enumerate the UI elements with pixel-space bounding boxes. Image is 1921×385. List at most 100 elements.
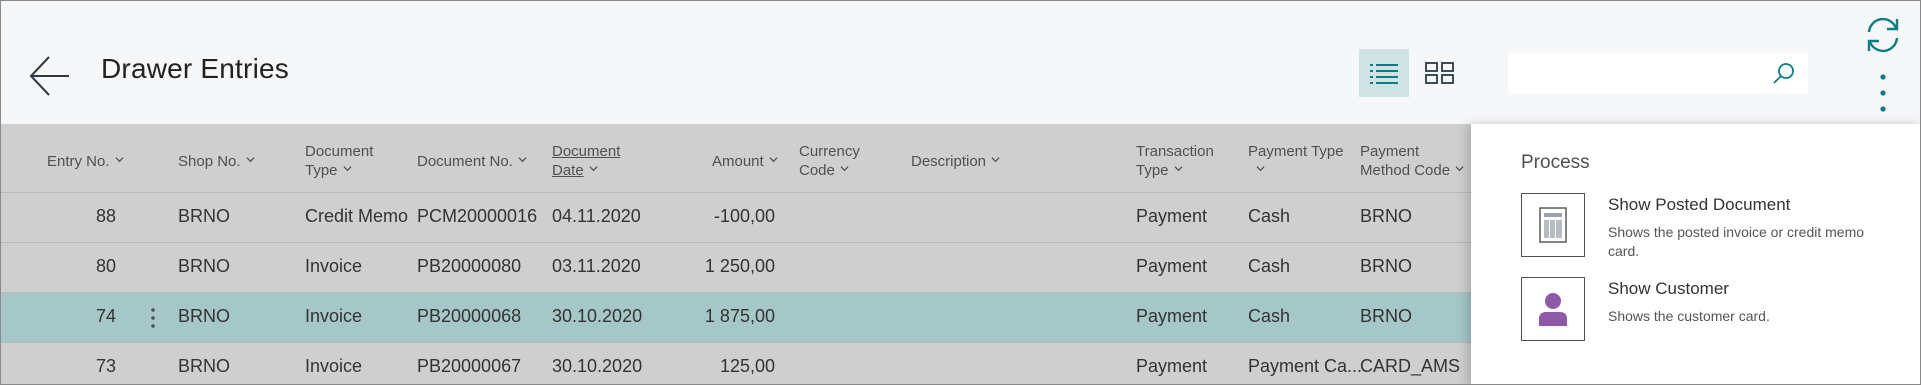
- cell-payment-type: Cash: [1248, 256, 1291, 276]
- cell-document-type: Invoice: [305, 356, 363, 376]
- cell-payment-method-code: BRNO: [1360, 306, 1413, 326]
- more-options-button[interactable]: [1871, 71, 1895, 115]
- cell-document-no: PB20000080: [417, 256, 522, 276]
- cell-amount: -100,00: [713, 206, 775, 226]
- cell-entry-no: 74: [95, 306, 116, 326]
- back-arrow-icon: [29, 56, 69, 96]
- column-header-payment-type[interactable]: Payment Type: [1248, 142, 1344, 180]
- column-header-description[interactable]: Description: [911, 152, 1000, 171]
- column-label: Payment Type: [1248, 143, 1344, 160]
- chevron-down-icon: [769, 157, 778, 163]
- list-view-button[interactable]: [1359, 49, 1409, 97]
- table-row[interactable]: 88 BRNO Credit Memo PCM20000016 04.11.20…: [1, 192, 1471, 242]
- chevron-down-icon: [1173, 166, 1183, 172]
- cell-document-type: Invoice: [305, 256, 363, 276]
- customer-icon: [1539, 293, 1567, 326]
- column-label: Shop No.: [178, 153, 241, 170]
- chevron-down-icon: [246, 157, 255, 163]
- chevron-down-icon: [518, 157, 527, 163]
- table-row[interactable]: 73 BRNO Invoice PB20000067 30.10.2020 12…: [1, 342, 1471, 384]
- search-box: [1508, 53, 1808, 93]
- column-header-document-no[interactable]: Document No.: [417, 152, 527, 171]
- action-description: Shows the customer card.: [1608, 308, 1770, 324]
- column-label: Description: [911, 153, 987, 170]
- action-description: Shows the posted invoice or credit memo …: [1608, 224, 1865, 259]
- action-icon-box: [1521, 277, 1585, 341]
- column-label: Currency: [799, 143, 860, 160]
- column-label: Transaction: [1136, 143, 1214, 160]
- action-title: Show Posted Document: [1608, 195, 1791, 214]
- cell-document-no: PCM20000016: [417, 206, 538, 226]
- cell-document-date: 03.11.2020: [552, 256, 641, 276]
- cell-amount: 125,00: [719, 356, 775, 376]
- column-header-document-type[interactable]: Document Type: [305, 142, 373, 180]
- column-header-entry-no[interactable]: Entry No.: [47, 152, 124, 171]
- cell-transaction-type: Payment: [1136, 206, 1208, 226]
- search-input[interactable]: [1508, 53, 1768, 93]
- cell-document-no: PB20000067: [417, 356, 522, 376]
- chevron-down-icon: [1256, 166, 1265, 172]
- column-header-shop-no[interactable]: Shop No.: [178, 152, 255, 171]
- chevron-down-icon: [342, 166, 352, 172]
- cell-document-date: 30.10.2020: [552, 356, 643, 376]
- cell-amount: 1 250,00: [704, 256, 775, 276]
- tile-view-button[interactable]: [1415, 49, 1465, 97]
- cell-transaction-type: Payment: [1136, 306, 1208, 326]
- cell-shop-no: BRNO: [178, 256, 231, 276]
- cell-amount: 1 875,00: [704, 306, 775, 326]
- action-icon-box: [1521, 193, 1585, 257]
- show-customer-action[interactable]: Show Customer Shows the customer card.: [1521, 277, 1911, 343]
- column-header-payment-method-code[interactable]: Payment Method Code: [1360, 142, 1464, 180]
- more-vertical-icon: [1880, 74, 1886, 112]
- back-button[interactable]: [27, 53, 73, 99]
- page-header: Drawer Entries: [1, 1, 1920, 124]
- chevron-down-icon: [589, 166, 598, 172]
- column-header-document-date[interactable]: Document Date: [552, 142, 620, 180]
- cell-payment-method-code: BRNO: [1360, 256, 1413, 276]
- cell-shop-no: BRNO: [178, 306, 231, 326]
- column-header-transaction-type[interactable]: Transaction Type: [1136, 142, 1214, 180]
- cell-payment-type: Payment Ca...: [1248, 356, 1363, 376]
- action-title: Show Customer: [1608, 279, 1729, 298]
- cell-shop-no: BRNO: [178, 206, 231, 226]
- search-icon[interactable]: [1772, 62, 1796, 86]
- chevron-down-icon: [1455, 166, 1464, 172]
- chevron-down-icon: [840, 166, 849, 172]
- row-actions-icon[interactable]: [146, 306, 160, 330]
- table-row-selected[interactable]: 74 BRNO Invoice PB20000068 30.10.2020 1 …: [1, 292, 1471, 342]
- panel-title: Process: [1521, 152, 1590, 173]
- page-title: Drawer Entries: [101, 53, 289, 84]
- table-row[interactable]: 80 BRNO Invoice PB20000080 03.11.2020 1 …: [1, 242, 1471, 292]
- cell-payment-method-code: CARD_AMS: [1360, 356, 1461, 376]
- cell-transaction-type: Payment: [1136, 256, 1208, 276]
- column-header-amount[interactable]: Amount: [712, 152, 778, 171]
- column-label: Amount: [712, 153, 764, 170]
- column-label-line2: Type: [1136, 162, 1169, 179]
- cell-payment-type: Cash: [1248, 206, 1291, 226]
- column-label-line2: Date: [552, 162, 584, 179]
- posted-document-icon: [1539, 207, 1567, 243]
- cell-document-no: PB20000068: [417, 306, 522, 326]
- column-label: Payment: [1360, 143, 1420, 160]
- drawer-entries-grid: Entry No. Shop No. Document Type Document…: [1, 124, 1471, 384]
- show-posted-document-action[interactable]: Show Posted Document Shows the posted in…: [1521, 193, 1911, 259]
- column-label: Document: [552, 143, 621, 160]
- tile-view-icon: [1425, 62, 1454, 84]
- cell-document-type: Invoice: [305, 306, 363, 326]
- column-header-currency-code[interactable]: Currency Code: [799, 142, 860, 180]
- cell-document-type: Credit Memo: [305, 206, 409, 226]
- column-label: Document No.: [417, 153, 513, 170]
- actions-panel: Process Show Posted Document Shows the p…: [1471, 124, 1920, 384]
- refresh-icon: [1867, 17, 1899, 53]
- cell-document-date: 30.10.2020: [552, 306, 643, 326]
- refresh-button[interactable]: [1863, 15, 1903, 55]
- column-label-line2: Code: [799, 162, 835, 179]
- column-label-line2: Method Code: [1360, 162, 1451, 179]
- cell-entry-no: 73: [95, 356, 116, 376]
- cell-entry-no: 88: [95, 206, 116, 226]
- chevron-down-icon: [991, 157, 1000, 163]
- cell-payment-method-code: BRNO: [1360, 206, 1413, 226]
- column-label-line2: Type: [305, 162, 338, 179]
- chevron-down-icon: [114, 157, 124, 163]
- cell-shop-no: BRNO: [178, 356, 231, 376]
